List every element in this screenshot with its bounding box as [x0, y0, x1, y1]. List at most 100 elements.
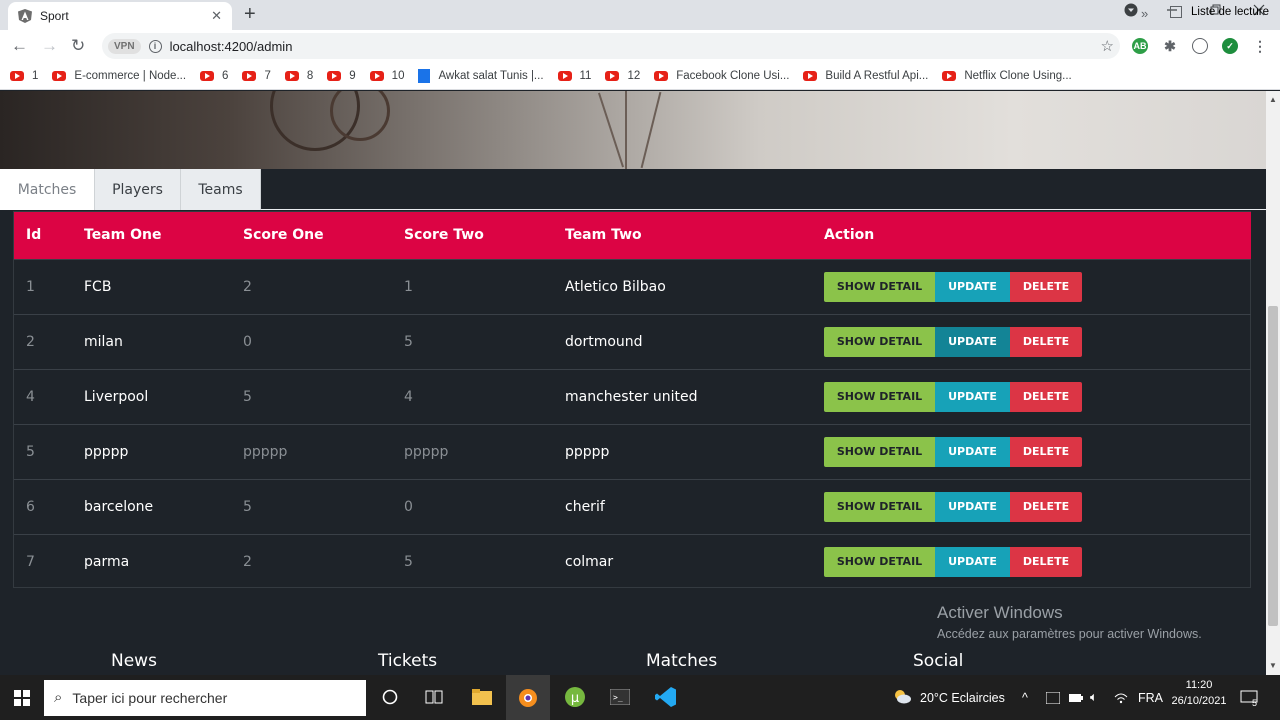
delete-button[interactable]: DELETE: [1010, 326, 1082, 357]
update-button[interactable]: UPDATE: [935, 381, 1010, 412]
show-detail-button[interactable]: SHOW DETAIL: [824, 271, 935, 302]
footer-social[interactable]: Social: [913, 651, 963, 671]
activate-windows-watermark: Activer Windows Accédez aux paramètres p…: [937, 603, 1202, 641]
bookmark-item[interactable]: 10: [369, 70, 404, 82]
footer-matches[interactable]: Matches: [646, 651, 717, 671]
delete-button[interactable]: DELETE: [1010, 491, 1082, 522]
vpn-badge[interactable]: VPN: [108, 38, 141, 54]
taskbar-clock[interactable]: 11:20 26/10/2021: [1166, 677, 1232, 709]
battery-icon[interactable]: [1069, 675, 1083, 720]
tab-teams[interactable]: Teams: [181, 169, 261, 210]
more-bookmarks-icon[interactable]: »: [1141, 6, 1148, 21]
new-tab-button[interactable]: +: [244, 4, 256, 24]
bookmark-star-icon[interactable]: ☆: [1101, 37, 1114, 55]
reading-list[interactable]: Liste de lecture: [1170, 6, 1269, 18]
scroll-down-arrow-icon[interactable]: ▼: [1269, 661, 1277, 670]
update-button[interactable]: UPDATE: [935, 326, 1010, 357]
tab-title: Sport: [40, 9, 69, 23]
bookmark-item[interactable]: 7: [242, 69, 271, 82]
bookmark-item[interactable]: Build A Restful Api...: [803, 70, 928, 82]
show-detail-button[interactable]: SHOW DETAIL: [824, 546, 935, 577]
bookmark-item[interactable]: Awkat salat Tunis |...: [418, 68, 544, 83]
scroll-up-arrow-icon[interactable]: ▲: [1269, 95, 1277, 104]
tab-players[interactable]: Players: [95, 169, 181, 210]
bookmark-label: 8: [306, 69, 314, 82]
update-button[interactable]: UPDATE: [935, 271, 1010, 302]
windows-logo-icon: [14, 689, 30, 706]
bookmark-label: 7: [264, 69, 271, 82]
reading-list-icon: [1170, 6, 1182, 18]
hero-banner-image: [0, 91, 1266, 169]
scroll-thumb[interactable]: [1268, 306, 1278, 626]
cell-score-two: 1: [404, 278, 413, 295]
cell-team-two: manchester united: [565, 388, 698, 405]
terminal-icon[interactable]: >_: [605, 682, 635, 712]
site-info-icon[interactable]: i: [148, 39, 162, 53]
rope-line: [597, 92, 625, 168]
bookmark-item[interactable]: Facebook Clone Usi...: [654, 70, 789, 82]
delete-button[interactable]: DELETE: [1010, 436, 1082, 467]
address-bar[interactable]: VPN i localhost:4200/admin ☆: [102, 33, 1120, 59]
extensions-puzzle-icon[interactable]: ✱: [1162, 38, 1178, 54]
browser-tab[interactable]: Sport ✕: [8, 2, 232, 30]
bookmark-label: 12: [627, 69, 641, 82]
page-scrollbar[interactable]: ▲ ▼: [1266, 91, 1280, 675]
bookmark-label: 11: [579, 69, 592, 82]
delete-button[interactable]: DELETE: [1010, 546, 1082, 577]
bookmark-item[interactable]: 6: [200, 70, 228, 82]
adblock-extension-icon[interactable]: AB: [1132, 38, 1148, 54]
taskbar-search[interactable]: ⌕ Taper ici pour rechercher: [44, 679, 366, 716]
bookmark-item[interactable]: 12: [605, 70, 640, 82]
footer-tickets[interactable]: Tickets: [378, 651, 437, 671]
cortana-icon[interactable]: [375, 682, 405, 712]
utorrent-icon[interactable]: µ: [560, 682, 590, 712]
show-detail-button[interactable]: SHOW DETAIL: [824, 326, 935, 357]
cell-score-two: ppppp: [404, 443, 449, 460]
youtube-icon: [942, 70, 957, 81]
notifications-button[interactable]: 5: [1240, 675, 1258, 720]
tray-app-icon[interactable]: [1046, 675, 1060, 720]
tray-chevron-icon[interactable]: ^: [1022, 675, 1028, 720]
reload-icon[interactable]: ↻: [71, 35, 85, 57]
cell-score-two: 4: [404, 388, 413, 405]
admin-tabs: Matches Players Teams: [0, 169, 1266, 210]
delete-button[interactable]: DELETE: [1010, 271, 1082, 302]
shield-extension-icon[interactable]: ✓: [1222, 38, 1238, 54]
bookmark-item[interactable]: 8: [284, 69, 314, 82]
update-button[interactable]: UPDATE: [935, 546, 1010, 577]
bookmark-item[interactable]: 11: [557, 69, 592, 82]
show-detail-button[interactable]: SHOW DETAIL: [824, 436, 935, 467]
browser-taskbar-icon[interactable]: [506, 675, 550, 720]
vscode-icon[interactable]: [651, 682, 681, 712]
wifi-icon[interactable]: [1114, 675, 1128, 720]
menu-kebab-icon[interactable]: ⋮: [1252, 38, 1268, 54]
profile-avatar-icon[interactable]: [1192, 38, 1208, 54]
close-tab-icon[interactable]: ✕: [211, 8, 222, 24]
bookmark-item[interactable]: 9: [327, 70, 356, 82]
cell-team-two: cherif: [565, 498, 605, 515]
delete-button[interactable]: DELETE: [1010, 381, 1082, 412]
youtube-icon: [803, 70, 818, 81]
show-detail-button[interactable]: SHOW DETAIL: [824, 491, 935, 522]
search-icon: ⌕: [54, 689, 63, 706]
back-arrow-icon[interactable]: ←: [11, 35, 28, 57]
tab-matches[interactable]: Matches: [0, 169, 95, 210]
update-button[interactable]: UPDATE: [935, 436, 1010, 467]
bookmark-item[interactable]: Netflix Clone Using...: [942, 70, 1072, 82]
bookmark-item[interactable]: 1: [10, 70, 38, 82]
show-detail-button[interactable]: SHOW DETAIL: [824, 381, 935, 412]
volume-icon[interactable]: 🔈︎: [1090, 675, 1098, 720]
start-button[interactable]: [0, 689, 44, 706]
update-button[interactable]: UPDATE: [935, 491, 1010, 522]
weather-widget[interactable]: 20°C Eclaircies: [892, 675, 1005, 720]
footer-news[interactable]: News: [111, 651, 157, 671]
cell-team-one: barcelone: [84, 498, 154, 515]
task-view-icon[interactable]: [419, 682, 449, 712]
forward-arrow-icon[interactable]: →: [41, 35, 58, 57]
file-explorer-icon[interactable]: [467, 682, 497, 712]
cell-id: 7: [26, 553, 35, 570]
url-text[interactable]: localhost:4200/admin: [170, 39, 293, 54]
language-indicator[interactable]: FRA: [1138, 675, 1163, 720]
bookmark-item[interactable]: E-commerce | Node...: [52, 70, 186, 82]
profile-dropdown-icon[interactable]: [1124, 3, 1138, 20]
